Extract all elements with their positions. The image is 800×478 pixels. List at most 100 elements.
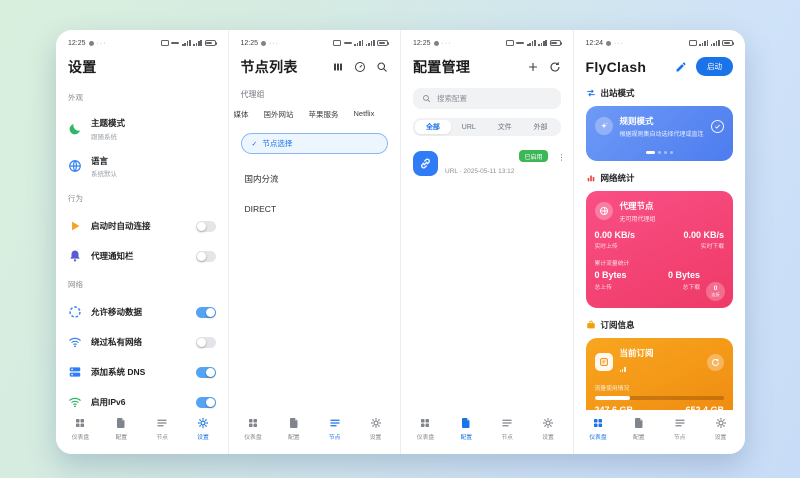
more-menu-icon[interactable]: ⋮	[558, 156, 561, 160]
group-label: 代理组	[241, 89, 389, 100]
status-bar: 12:25 ···	[68, 37, 216, 49]
list-icon	[156, 417, 168, 429]
nav-nodes[interactable]: 节点	[147, 417, 177, 441]
plus-icon[interactable]	[527, 61, 539, 73]
nav-nodes[interactable]: 节点	[320, 417, 350, 441]
nav-nodes[interactable]: 节点	[492, 417, 522, 441]
signal-icon	[354, 40, 363, 46]
nav-dashboard[interactable]: 仪表盘	[410, 417, 440, 441]
rule-mode-card[interactable]: 规则模式 根据规则集自动选择代理或直连	[586, 106, 734, 161]
nav-label: 设置	[197, 432, 209, 441]
nav-dashboard[interactable]: 仪表盘	[65, 417, 95, 441]
connections-badge[interactable]: 0 连接	[706, 282, 725, 301]
setting-title: 语言	[91, 155, 216, 167]
system-dns-toggle[interactable]	[196, 367, 216, 378]
setting-system-dns[interactable]: 添加系统 DNS	[68, 364, 216, 380]
config-item[interactable]: 已启用 URL · 2025-05-11 13:12 ⋮	[413, 150, 561, 177]
page-title: 设置	[68, 57, 216, 77]
autoconnect-toggle[interactable]	[196, 221, 216, 232]
setting-mobile-data[interactable]: 允许移动数据	[68, 304, 216, 320]
alarm-icon	[606, 41, 611, 46]
clock-time: 12:25	[413, 40, 431, 47]
list-icon	[501, 417, 513, 429]
setting-theme-mode[interactable]: 主题模式 跟随系统	[68, 117, 216, 141]
gear-icon	[715, 417, 727, 429]
search-icon[interactable]	[376, 61, 388, 73]
columns-icon[interactable]	[332, 61, 344, 73]
nav-settings[interactable]: 设置	[188, 417, 218, 441]
setting-language[interactable]: 语言 系统默认	[68, 155, 216, 179]
notification-toggle[interactable]	[196, 251, 216, 262]
document-icon	[288, 417, 300, 429]
setting-title: 添加系统 DNS	[91, 366, 187, 378]
section-appearance: 外观	[68, 92, 216, 103]
bypass-private-toggle[interactable]	[196, 337, 216, 348]
nav-dashboard[interactable]: 仪表盘	[583, 417, 613, 441]
nav-config[interactable]: 配置	[279, 417, 309, 441]
nav-label: 节点	[156, 432, 168, 441]
nav-label: 设置	[542, 432, 554, 441]
section-stats: 网络统计	[586, 172, 734, 184]
filter-url[interactable]: URL	[451, 120, 487, 134]
pencil-icon[interactable]	[675, 61, 687, 73]
setting-title: 代理通知栏	[91, 250, 187, 262]
signal-icon	[527, 40, 536, 46]
more-dots-icon: ···	[614, 40, 624, 47]
setting-autoconnect[interactable]: 启动时自动连接	[68, 218, 216, 234]
selected-node-chip[interactable]: ✓ 节点选择	[241, 133, 389, 154]
mobile-data-toggle[interactable]	[196, 307, 216, 318]
usage-progress-bar	[595, 396, 725, 400]
document-icon	[115, 417, 127, 429]
nav-label: 仪表盘	[72, 432, 89, 441]
document-icon	[460, 417, 472, 429]
setting-bypass-private[interactable]: 绕过私有网络	[68, 334, 216, 350]
chart-icon	[586, 173, 596, 183]
ipv6-toggle[interactable]	[196, 397, 216, 408]
setting-title: 绕过私有网络	[91, 336, 187, 348]
setting-notification[interactable]: 代理通知栏	[68, 248, 216, 264]
start-button[interactable]: 启动	[696, 57, 733, 76]
more-dots-icon: ···	[269, 40, 279, 47]
nav-config[interactable]: 配置	[451, 417, 481, 441]
bottom-nav: 仪表盘 配置 节点 设置	[401, 410, 573, 454]
signal-icon	[182, 40, 191, 46]
filter-external[interactable]: 外部	[523, 120, 559, 134]
refresh-icon[interactable]	[549, 61, 561, 73]
bottom-nav: 仪表盘 配置 节点 设置	[56, 410, 228, 454]
speedtest-icon[interactable]	[354, 61, 366, 73]
home-screen: 12:24 ··· FlyClash 启动 出站模式	[574, 30, 746, 454]
nav-settings[interactable]: 设置	[706, 417, 736, 441]
check-icon: ✓	[252, 140, 258, 148]
nav-nodes[interactable]: 节点	[665, 417, 695, 441]
alarm-icon	[434, 41, 439, 46]
nav-config[interactable]: 配置	[624, 417, 654, 441]
sim-icon	[516, 42, 524, 44]
proxy-node-title: 代理节点	[620, 200, 656, 212]
setting-ipv6[interactable]: 启用IPv6	[68, 394, 216, 410]
gear-icon	[197, 417, 209, 429]
mode-title: 规则模式	[620, 115, 704, 127]
nav-dashboard[interactable]: 仪表盘	[238, 417, 268, 441]
connections-label: 连接	[711, 293, 719, 297]
node-item-direct[interactable]: DIRECT	[241, 204, 389, 214]
search-input[interactable]: 搜索配置	[413, 88, 561, 109]
filter-file[interactable]: 文件	[487, 120, 523, 134]
play-icon	[68, 219, 82, 233]
tab-apple[interactable]: 苹果服务	[309, 109, 339, 120]
refresh-subscription-icon[interactable]	[707, 354, 724, 371]
tab-foreign-sites[interactable]: 国外网站	[264, 109, 294, 120]
nav-settings[interactable]: 设置	[361, 417, 391, 441]
search-icon	[422, 94, 431, 103]
nav-settings[interactable]: 设置	[533, 417, 563, 441]
tab-netflix[interactable]: Netflix	[354, 109, 375, 120]
gear-icon	[370, 417, 382, 429]
nav-config[interactable]: 配置	[106, 417, 136, 441]
node-item-domestic[interactable]: 国内分流	[241, 173, 389, 185]
page-title: 配置管理	[413, 57, 470, 77]
tab-media[interactable]: 媒体	[234, 109, 249, 120]
upload-speed: 0.00 KB/s	[595, 230, 636, 240]
hd-icon	[161, 40, 169, 46]
filter-all[interactable]: 全部	[415, 120, 451, 134]
chip-label: 节点选择	[262, 138, 292, 149]
network-stats-card: 代理节点 无可用代理组 0.00 KB/s 实时上传 0.00 KB/s 实时下…	[586, 191, 734, 308]
